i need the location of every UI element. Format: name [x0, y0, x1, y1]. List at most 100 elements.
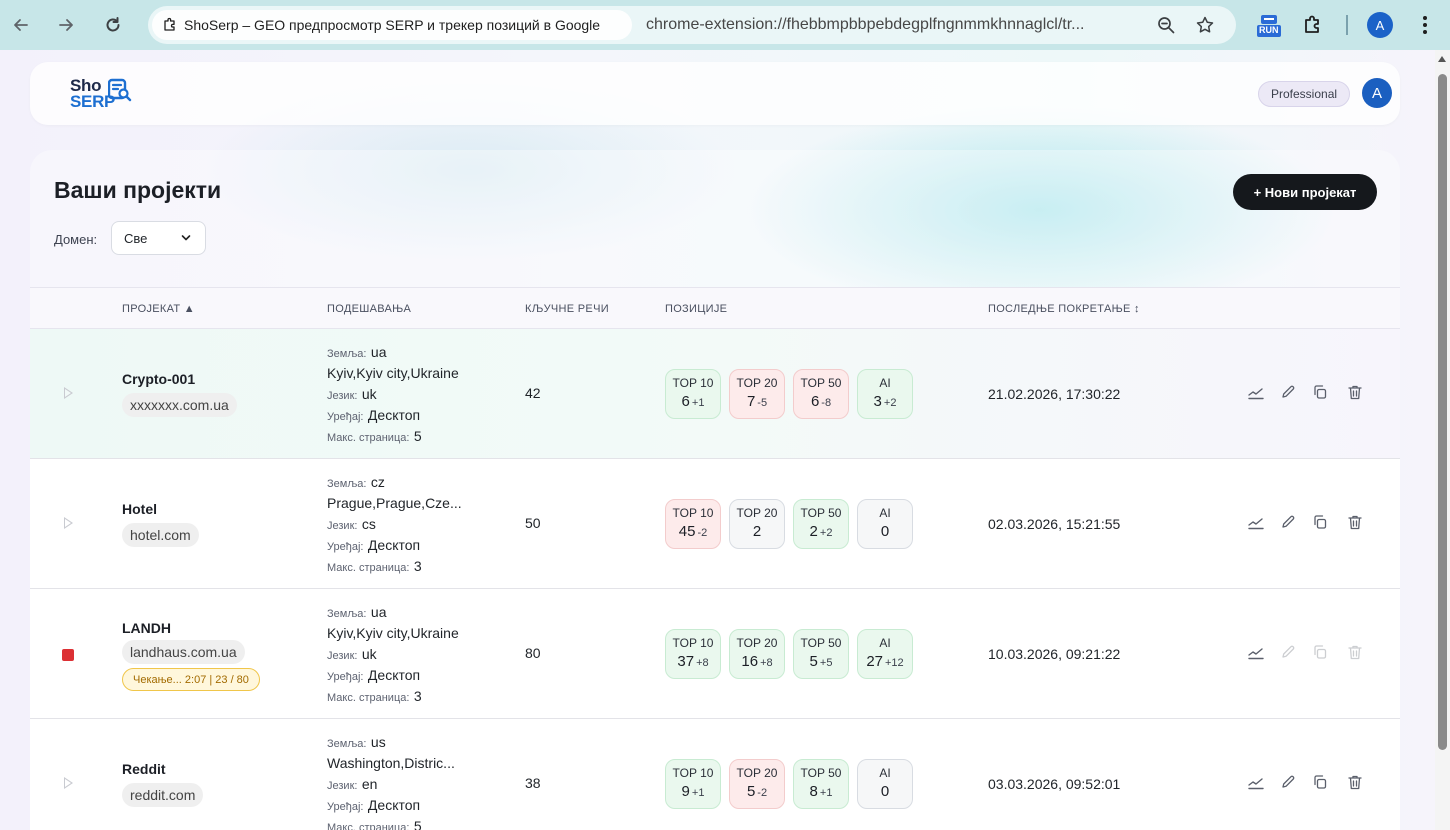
position-badge-label: TOP 50: [800, 376, 842, 390]
position-badge: TOP 20 7 -5: [729, 369, 785, 419]
position-badge: TOP 10 9 +1: [665, 759, 721, 809]
duplicate-icon[interactable]: [1309, 381, 1331, 403]
position-badge-label: AI: [879, 766, 891, 780]
location-value: Prague,Prague,Cze...: [327, 495, 462, 511]
position-badge-label: TOP 50: [800, 766, 842, 780]
run-extension-icon[interactable]: RUN: [1256, 14, 1282, 38]
bookmark-star-icon[interactable]: [1195, 15, 1215, 35]
shoserp-logo[interactable]: Sho SERP: [70, 76, 140, 112]
table-row[interactable]: Crypto-001 xxxxxxx.com.ua Земља: ua Kyiv,Ky…: [30, 329, 1400, 459]
run-project-icon[interactable]: [64, 387, 73, 399]
project-name[interactable]: Crypto-001: [122, 371, 195, 387]
position-badge-value: 2: [752, 523, 762, 540]
header-project[interactable]: ПРОЈЕКАТ ▲: [122, 303, 195, 315]
reload-icon[interactable]: [100, 12, 126, 38]
table-row[interactable]: LANDH landhaus.com.ua Чекање... 2:07 | 23 …: [30, 589, 1400, 719]
max-pages-label: Макс. страница:: [327, 692, 410, 704]
max-pages-value: 3: [413, 558, 422, 574]
position-badge-value: 37: [677, 653, 695, 670]
scroll-thumb[interactable]: [1438, 74, 1447, 750]
max-pages-label: Макс. страница:: [327, 432, 410, 444]
duplicate-icon[interactable]: [1309, 511, 1331, 533]
project-settings: Земља: ua Kyiv,Kyiv city,Ukraine Језик: uk…: [327, 342, 497, 447]
project-name[interactable]: LANDH: [122, 620, 171, 636]
device-label: Уређај:: [327, 801, 364, 813]
run-project-icon[interactable]: [64, 777, 73, 789]
trash-icon[interactable]: [1344, 381, 1366, 403]
language-value: uk: [361, 646, 377, 662]
device-label: Уређај:: [327, 671, 364, 683]
edit-pencil-icon[interactable]: [1277, 511, 1299, 533]
language-label: Језик:: [327, 520, 358, 532]
tab-title: ShoSerp – GEO предпросмотр SERP и трекер…: [184, 17, 601, 33]
language-label: Језик:: [327, 650, 358, 662]
run-project-icon[interactable]: [64, 517, 73, 529]
new-project-button[interactable]: + Нови пројекат: [1233, 174, 1377, 210]
extensions-puzzle-icon[interactable]: [1300, 12, 1326, 38]
chart-icon[interactable]: [1245, 511, 1267, 533]
position-badge-value: 16: [741, 653, 759, 670]
header-keywords: КЉУЧНЕ РЕЧИ: [525, 303, 609, 315]
location-value: Washington,Distric...: [327, 755, 455, 771]
toolbar-divider: [1346, 15, 1348, 35]
stop-run-icon[interactable]: [62, 649, 74, 661]
position-badge: AI 0: [857, 499, 913, 549]
edit-pencil-icon[interactable]: [1277, 381, 1299, 403]
chart-icon[interactable]: [1245, 771, 1267, 793]
location-value: Kyiv,Kyiv city,Ukraine: [327, 625, 459, 641]
duplicate-icon[interactable]: [1309, 771, 1331, 793]
back-icon[interactable]: [8, 12, 34, 38]
country-value: ua: [370, 604, 387, 620]
site-info-chip[interactable]: ShoSerp – GEO предпросмотр SERP и трекер…: [152, 10, 632, 40]
scroll-up-arrow-icon[interactable]: [1438, 56, 1446, 62]
project-domain: hotel.com: [122, 523, 199, 547]
edit-pencil-icon[interactable]: [1277, 771, 1299, 793]
page-viewport: Sho SERP Professional A Ваши пројекти До…: [0, 50, 1435, 830]
position-badge-value: 7: [746, 393, 756, 410]
position-badge: TOP 50 6 -8: [793, 369, 849, 419]
header-last-run[interactable]: ПОСЛЕДЊЕ ПОКРЕТАЊЕ ↕: [988, 303, 1140, 315]
position-badge-label: TOP 50: [800, 506, 842, 520]
browser-profile-avatar[interactable]: A: [1367, 12, 1393, 38]
language-value: cs: [361, 516, 376, 532]
plan-badge[interactable]: Professional: [1258, 81, 1351, 107]
app-header: Sho SERP Professional A: [30, 62, 1400, 125]
trash-icon[interactable]: [1344, 511, 1366, 533]
domain-filter-value: Све: [124, 230, 148, 246]
country-label: Земља:: [327, 738, 367, 750]
position-badge: TOP 10 37 +8: [665, 629, 721, 679]
table-row[interactable]: Reddit reddit.com Земља: us Washington,Dist…: [30, 719, 1400, 830]
zoom-icon[interactable]: [1156, 15, 1176, 35]
address-bar[interactable]: ShoSerp – GEO предпросмотр SERP и трекер…: [148, 6, 1236, 44]
position-badge-delta: +12: [885, 657, 904, 669]
edit-pencil-icon: [1277, 641, 1299, 663]
page-scrollbar[interactable]: [1435, 50, 1450, 830]
browser-menu-icon[interactable]: [1412, 12, 1438, 38]
browser-toolbar: ShoSerp – GEO предпросмотр SERP и трекер…: [0, 0, 1450, 50]
table-row[interactable]: Hotel hotel.com Земља: cz Prague,Prague,Cze…: [30, 459, 1400, 589]
forward-icon[interactable]: [53, 12, 79, 38]
max-pages-value: 5: [413, 428, 422, 444]
position-badge-label: TOP 20: [736, 506, 778, 520]
position-badge-delta: -8: [821, 397, 832, 409]
chart-icon[interactable]: [1245, 381, 1267, 403]
chart-icon[interactable]: [1245, 641, 1267, 663]
language-value: uk: [361, 386, 377, 402]
project-name[interactable]: Hotel: [122, 501, 157, 517]
position-badge-label: AI: [879, 636, 891, 650]
country-value: cz: [370, 474, 385, 490]
trash-icon[interactable]: [1344, 771, 1366, 793]
last-run-time: 03.03.2026, 09:52:01: [988, 776, 1121, 792]
position-badge-label: TOP 50: [800, 636, 842, 650]
max-pages-label: Макс. страница:: [327, 822, 410, 830]
project-domain: xxxxxxx.com.ua: [122, 393, 237, 417]
project-name[interactable]: Reddit: [122, 761, 166, 777]
location-value: Kyiv,Kyiv city,Ukraine: [327, 365, 459, 381]
domain-filter-select[interactable]: Све: [111, 221, 206, 255]
position-badge-delta: -2: [697, 527, 708, 539]
project-domain: landhaus.com.ua: [122, 640, 245, 664]
project-domain: reddit.com: [122, 783, 204, 807]
user-avatar[interactable]: A: [1362, 78, 1392, 108]
position-badge-value: 6: [681, 393, 690, 410]
position-badge: AI 0: [857, 759, 913, 809]
